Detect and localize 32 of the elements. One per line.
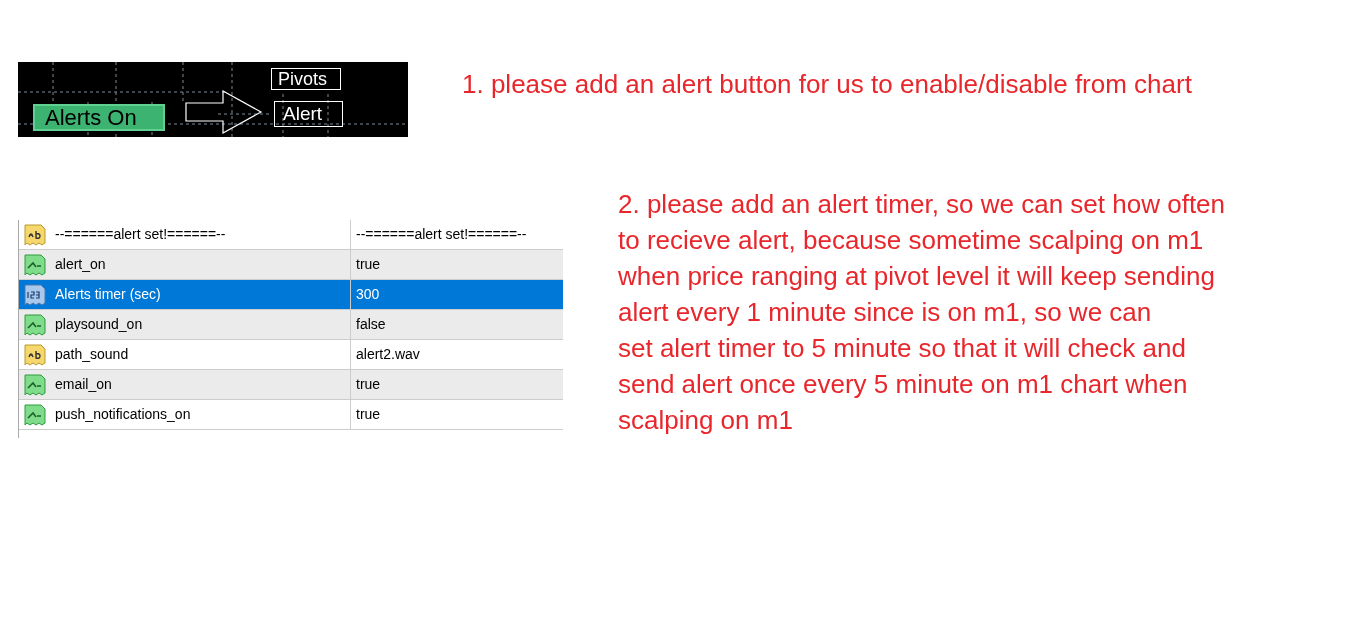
parameter-name: --======alert set!======-- <box>55 225 226 244</box>
toggle-type-icon <box>23 312 47 337</box>
number-type-icon <box>23 282 47 307</box>
parameter-row[interactable]: push_notifications_on true <box>19 400 563 430</box>
parameter-value: true <box>356 255 381 274</box>
parameter-row[interactable]: playsound_on false <box>19 310 563 340</box>
alert-label[interactable]: Alert <box>274 101 343 127</box>
parameter-name: email_on <box>55 375 112 394</box>
parameter-value: true <box>356 405 381 424</box>
text-type-icon <box>23 222 47 247</box>
parameter-name: playsound_on <box>55 315 143 334</box>
parameter-name: Alerts timer (sec) <box>55 285 161 304</box>
parameter-value: false <box>356 315 386 334</box>
parameter-value: alert2.wav <box>356 345 420 364</box>
parameter-row[interactable]: alert_on true <box>19 250 563 280</box>
parameter-name: alert_on <box>55 255 106 274</box>
parameter-value: 300 <box>356 285 380 304</box>
parameter-name: path_sound <box>55 345 129 364</box>
parameter-name: push_notifications_on <box>55 405 191 424</box>
parameter-value: --======alert set!======-- <box>356 225 527 244</box>
toggle-type-icon <box>23 372 47 397</box>
parameter-row[interactable]: Alerts timer (sec) 300 <box>19 280 563 310</box>
alerts-toggle-button[interactable]: Alerts On <box>33 104 165 131</box>
annotation-text: 2. please add an alert timer, so we can set how often to recieve alert, because sometime scalping on m1 when price ranging at pivot level it will keep sending alert every 1 minute since is on m1, so we can set alert timer to 5 minute so that it will check and send alert once every 5 minute on m1 chart when scalping on m1 <box>618 188 1227 437</box>
arrow-icon <box>185 90 263 134</box>
parameter-row[interactable]: email_on true <box>19 370 563 400</box>
text-type-icon <box>23 342 47 367</box>
toggle-type-icon <box>23 402 47 427</box>
annotation-text: 1. please add an alert button for us to enable/disable from chart <box>462 68 1193 101</box>
toggle-type-icon <box>23 252 47 277</box>
pivots-label: Pivots <box>271 68 341 90</box>
parameter-value: true <box>356 375 381 394</box>
